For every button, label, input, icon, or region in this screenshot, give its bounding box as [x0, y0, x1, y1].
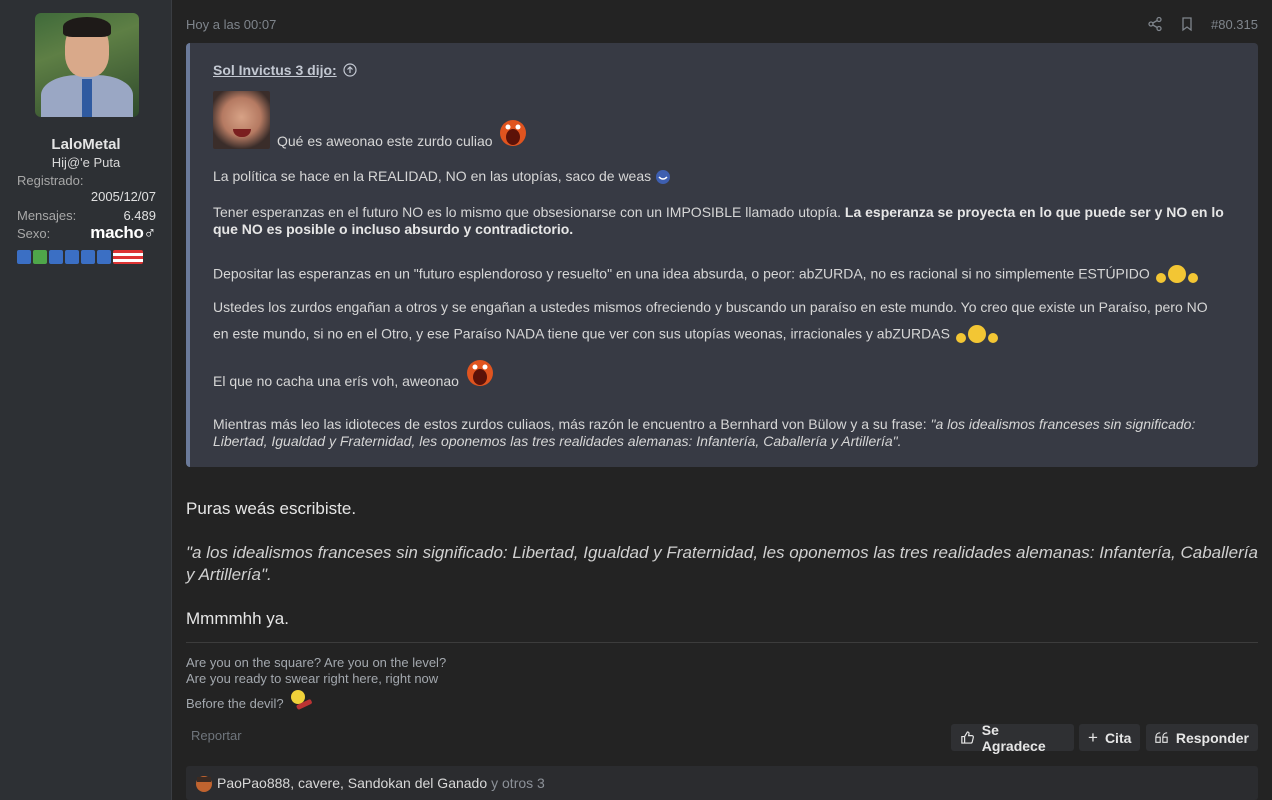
messages-value: 6.489 — [123, 208, 156, 223]
shield-badge-icon — [97, 250, 111, 264]
quote-line: Depositar las esperanzas en un "futuro e… — [213, 263, 1243, 287]
user-title: Hij@'e Puta — [51, 155, 121, 170]
user-sidebar: LaloMetal Hij@'e Puta Registrado: 2005/1… — [0, 0, 172, 800]
user-avatar[interactable] — [35, 13, 139, 117]
username-link[interactable]: LaloMetal — [0, 136, 172, 153]
thanks-button[interactable]: Se Agradece — [951, 722, 1074, 754]
clapping-emote-icon — [1155, 265, 1198, 283]
shield-badge-icon — [81, 250, 95, 264]
thumbs-up-icon — [961, 731, 974, 744]
registered-value: 2005/12/07 — [90, 189, 156, 204]
sex-label: Sexo: — [17, 226, 51, 241]
screaming-emote-icon — [466, 360, 493, 387]
post-timestamp[interactable]: Hoy a las 00:07 — [186, 17, 276, 32]
shield-badge-icon — [17, 250, 31, 264]
sleeping-emote-icon — [656, 170, 671, 185]
signature-line: Are you ready to swear right here, right… — [186, 671, 439, 686]
quote-line: Qué es aweonao este zurdo culiao — [277, 120, 530, 150]
registered-label: Registrado: — [17, 173, 84, 188]
user-badges — [17, 250, 143, 264]
quote-button[interactable]: + Cita — [1079, 724, 1140, 751]
quote-line: Mientras más leo las idioteces de estos … — [213, 416, 1196, 449]
quote-line: Tener esperanzas en el futuro NO es lo m… — [213, 204, 1224, 237]
bookmark-icon[interactable] — [1179, 16, 1195, 32]
quote-line: El que no cacha una erís voh, aweonao — [213, 360, 1243, 390]
post-tools: #80.315 — [1147, 16, 1258, 32]
jump-to-quote-icon[interactable] — [343, 63, 357, 77]
share-icon[interactable] — [1147, 16, 1163, 32]
report-link[interactable]: Reportar — [191, 728, 242, 743]
reaction-user-link[interactable]: Sandokan del Ganado — [348, 775, 487, 791]
flag-badge-icon — [113, 250, 143, 264]
quote-line: Ustedes los zurdos engañan a otros y se … — [213, 299, 1208, 315]
shield-badge-icon — [65, 250, 79, 264]
heart-badge-icon — [33, 250, 47, 264]
reply-button[interactable]: Responder — [1146, 724, 1258, 751]
signature-line: Are you on the square? Are you on the le… — [186, 655, 447, 670]
post-paragraph: Puras weás escribiste. — [186, 499, 357, 518]
quote-line: La política se hace en la REALIDAD, NO e… — [213, 168, 1243, 185]
shield-badge-icon — [49, 250, 63, 264]
reaction-user-link[interactable]: cavere — [298, 775, 340, 791]
signature-divider — [186, 642, 1258, 643]
reply-quote-icon — [1155, 731, 1168, 743]
post-paragraph: "a los idealismos franceses sin signific… — [186, 543, 1258, 584]
reactions-bar: PaoPao888, cavere, Sandokan del Ganado y… — [186, 766, 1258, 800]
signature-line: Before the devil? — [186, 688, 314, 712]
quote-line: en este mundo, si no en el Otro, y ese P… — [213, 323, 1243, 347]
reaction-user-link[interactable]: PaoPao888 — [217, 775, 290, 791]
reaction-others-link[interactable]: y otros 3 — [491, 775, 545, 791]
sex-value: macho♂ — [90, 223, 156, 242]
screaming-emote-icon — [500, 120, 527, 147]
reaction-emote-icon — [196, 776, 212, 792]
clapping-emote-icon — [955, 325, 998, 343]
quote-block: Sol Invictus 3 dijo: Qué es aweonao este… — [186, 43, 1258, 467]
quote-author-link[interactable]: Sol Invictus 3 dijo: — [213, 62, 357, 78]
guitar-emote-icon — [290, 690, 312, 710]
post-paragraph: Mmmmhh ya. — [186, 609, 289, 628]
post-number-link[interactable]: #80.315 — [1211, 17, 1258, 32]
plus-icon: + — [1088, 727, 1098, 747]
quoted-image[interactable] — [213, 91, 270, 149]
messages-label: Mensajes: — [17, 208, 77, 223]
